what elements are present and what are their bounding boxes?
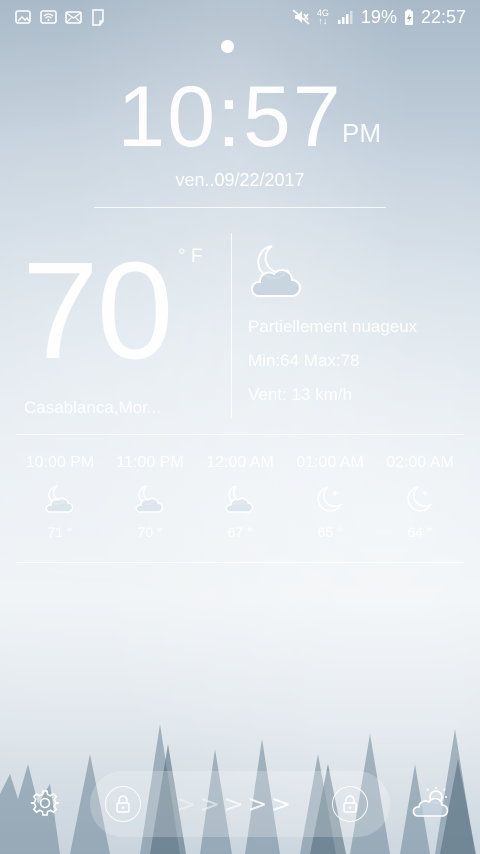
hourly-item: 02:00 AM 64 ° [375,454,465,540]
mail-icon [64,8,82,26]
arrow-4: > [247,790,267,818]
vertical-divider [231,233,232,418]
hourly-time: 12:00 AM [206,454,274,471]
city-name[interactable]: Casablanca,Mor... [24,398,161,418]
cloud-moon-icon [45,485,74,513]
arrow-1: > [176,790,196,818]
network-activity-label: ↑↓ [318,16,328,26]
arrow-3: > [223,790,244,818]
battery-percent: 19% [360,6,397,27]
sun-cloud-icon[interactable] [412,786,452,820]
status-bar-right: 4G ↑↓ 19% 22:57 [292,7,466,28]
moon-star-icon [407,486,432,512]
status-bar-left [14,8,107,26]
gallery-icon [14,8,32,26]
temperature-unit: ° F [178,246,203,267]
condition-text: Partiellement nuageux [248,317,418,336]
min-max-text: Min:64 Max:78 [248,351,360,370]
unlock-button[interactable] [332,786,368,822]
hourly-temp: 67 ° [227,524,253,540]
page-indicator-dot [221,40,234,53]
status-time: 22:57 [420,6,466,27]
hourly-time: 10:00 PM [25,454,95,471]
hourly-time: 11:00 PM [116,454,184,471]
hourly-forecast: 10:00 PM 71 ° 11:00 PM 70 ° 12:00 AM 67 … [15,454,465,540]
arrow-2: > [199,790,220,818]
mute-icon [292,8,310,26]
current-temperature: 70 [22,234,173,388]
signal-icon [336,8,354,26]
divider [16,434,464,435]
hourly-item: 10:00 PM 71 ° [15,454,105,540]
moon-star-icon [317,486,342,512]
unlock-icon [343,795,357,813]
hourly-temp: 64 ° [407,524,433,540]
lock-button[interactable] [105,786,141,822]
charging-icon [404,8,414,26]
unlock-arrows: > > > > > [176,790,291,818]
arrow-5: > [271,790,291,818]
hourly-item: 01:00 AM 65 ° [285,454,375,540]
lock-icon [116,795,130,813]
cloud-moon-icon [250,245,301,297]
hourly-time: 02:00 AM [386,454,454,471]
settings-gear-icon[interactable] [30,788,60,818]
divider [16,562,464,563]
divider [94,207,386,208]
wind-text: Vent: 13 km/h [248,385,352,404]
hourly-item: 12:00 AM 67 ° [195,454,285,540]
hourly-temp: 70 ° [137,524,163,540]
cloud-moon-icon [135,485,164,513]
date-label: ven..09/22/2017 [175,170,305,190]
hourly-time: 01:00 AM [296,454,364,471]
network-4g-icon: 4G ↑↓ [317,9,329,26]
clock: 10:57 PM [0,68,480,167]
cloud-moon-icon [225,485,254,513]
status-bar: 4G ↑↓ 19% 22:57 [0,0,480,34]
file-icon [89,8,107,26]
hourly-temp: 71 ° [47,524,73,540]
hourly-temp: 65 ° [317,524,343,540]
clock-time: 10:57 [117,69,343,165]
clock-ampm: PM [342,118,381,148]
hourly-item: 11:00 PM 70 ° [105,454,195,540]
wifi-icon [39,8,57,26]
